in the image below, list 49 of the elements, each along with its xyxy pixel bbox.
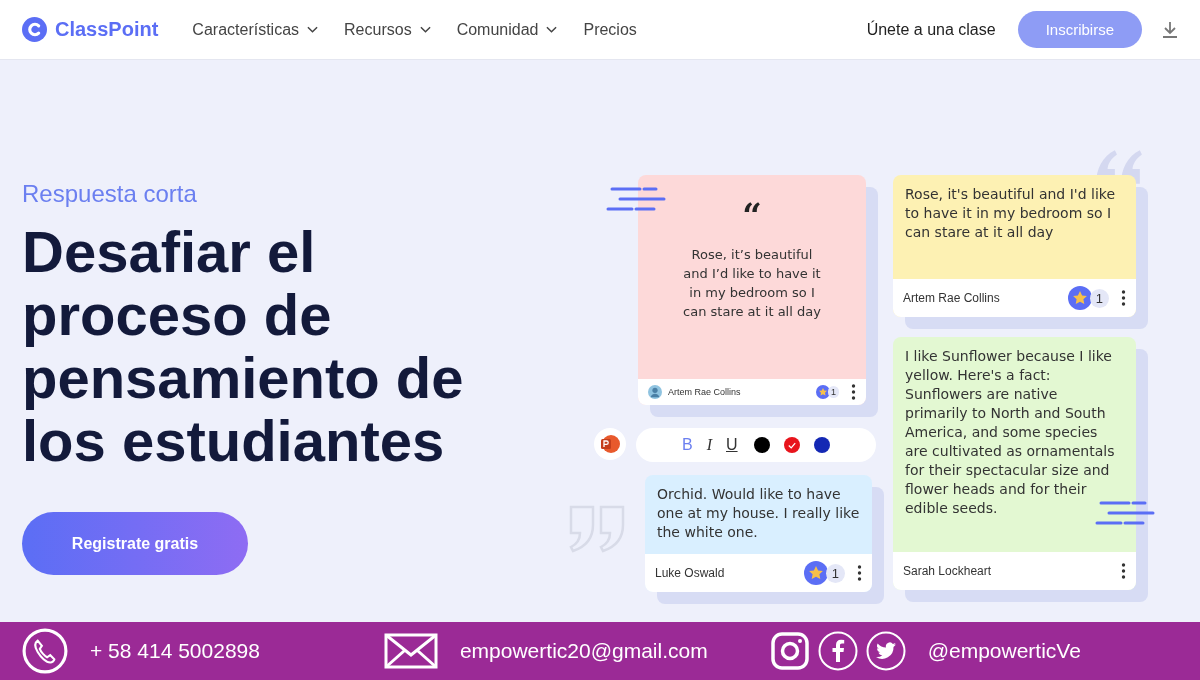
logo-text[interactable]: ClassPoint — [55, 18, 159, 41]
presentation-app-icon — [594, 428, 626, 460]
more-options-icon[interactable] — [1121, 290, 1126, 306]
author-name: Sarah Lockheart — [903, 564, 992, 578]
star-icon[interactable] — [816, 385, 830, 399]
chevron-down-icon — [419, 25, 431, 34]
nav-link[interactable]: Recursos — [344, 20, 431, 39]
twitter-icon[interactable] — [865, 631, 906, 671]
facebook-icon[interactable] — [817, 631, 858, 671]
nav-link[interactable]: Características — [192, 20, 319, 39]
avatar-icon — [648, 385, 662, 399]
instagram-icon[interactable] — [769, 631, 810, 671]
motion-lines-icon — [1095, 501, 1155, 525]
response-text: I like Sunflower because I like yellow. Here's a fact: Sunflowers are native primarily to North and South America, and some species are cultivated as ornamentals for their spectacular size and flower heads and for their edible seeds. — [905, 347, 1116, 518]
download-icon[interactable] — [1162, 20, 1178, 39]
social-handle: @empowerticVe — [927, 639, 1081, 663]
response-text: Orchid. Would like to have one at my house. I really like the white one. — [657, 485, 860, 542]
more-options-icon[interactable] — [1121, 563, 1126, 579]
chevron-down-icon — [546, 25, 558, 34]
response-text: Rose, it's beautiful and I'd like to have it in my bedroom so I can stare at it all day — [905, 185, 1117, 242]
format-button[interactable]: I — [704, 436, 714, 454]
hero-title: Desafiar el proceso de pensamiento de los estudiantes — [22, 220, 465, 472]
more-options-icon[interactable] — [851, 384, 856, 400]
response-text: Rose, it’s beautiful and I’d like to have it in my bedroom so I can stare at it all day — [682, 246, 822, 321]
format-button[interactable]: U — [724, 436, 740, 454]
phone-number: + 58 414 5002898 — [90, 639, 260, 663]
author-name: Luke Oswald — [655, 566, 725, 580]
nav-link[interactable]: Precios — [583, 20, 637, 39]
motion-lines-icon — [606, 187, 666, 211]
check-icon — [787, 441, 796, 449]
quote-mark: “ — [742, 199, 762, 231]
phone-icon — [22, 628, 68, 674]
color-swatch[interactable] — [753, 437, 770, 453]
format-button[interactable]: B — [680, 436, 695, 454]
email-address: empowertic20@gmail.com — [459, 639, 708, 663]
envelope-icon — [383, 633, 438, 669]
author-name: Artem Rae Collins — [903, 291, 1000, 305]
color-swatch[interactable] — [813, 437, 830, 453]
author-name: Artem Rae Collins — [668, 387, 741, 397]
register-button[interactable]: Registrate gratis — [22, 512, 248, 575]
section-eyebrow: Respuesta corta — [22, 180, 198, 208]
nav-link[interactable]: Comunidad — [456, 20, 558, 39]
like-count: 1 — [1089, 288, 1109, 308]
logo-icon — [22, 17, 47, 42]
more-options-icon[interactable] — [857, 565, 862, 581]
join-class-link[interactable]: Únete a una clase — [866, 20, 996, 39]
chevron-down-icon — [307, 25, 319, 34]
color-swatch[interactable] — [783, 437, 800, 453]
like-count: 1 — [825, 563, 845, 583]
